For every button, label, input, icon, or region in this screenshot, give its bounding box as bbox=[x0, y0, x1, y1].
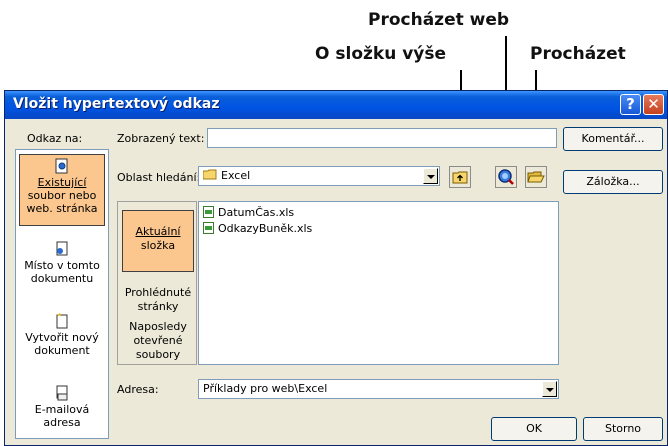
link-type-label: Existující bbox=[37, 176, 87, 189]
link-type-label: dokument bbox=[34, 344, 90, 357]
place-browsed-pages[interactable]: Prohlédnuté stránky bbox=[122, 286, 194, 320]
place-label: Aktuální bbox=[135, 225, 181, 238]
email-icon bbox=[56, 385, 68, 401]
link-type-create-new-document[interactable]: Vytvořit nový dokument bbox=[19, 310, 105, 366]
new-document-icon bbox=[56, 313, 68, 329]
insert-hyperlink-dialog: Vložit hypertextový odkaz ? ✕ Odkaz na: … bbox=[4, 90, 668, 446]
place-label: složka bbox=[140, 239, 176, 252]
file-name: DatumČas.xls bbox=[218, 206, 295, 219]
folder-icon bbox=[202, 169, 217, 180]
title-bar[interactable]: Vložit hypertextový odkaz ? ✕ bbox=[5, 91, 667, 119]
dialog-title: Vložit hypertextový odkaz bbox=[13, 96, 220, 112]
link-type-label: adresa bbox=[43, 416, 81, 429]
link-to-label: Odkaz na: bbox=[27, 132, 83, 145]
look-in-select[interactable]: Excel bbox=[198, 166, 440, 186]
link-type-label: dokumentu bbox=[30, 272, 94, 285]
browse-file-button[interactable] bbox=[525, 166, 547, 188]
address-input[interactable]: Příklady pro web\Excel bbox=[198, 379, 559, 399]
up-folder-icon bbox=[452, 171, 468, 184]
link-to-bar: Existující soubor nebo web. stránka Míst… bbox=[15, 149, 109, 439]
excel-file-icon bbox=[203, 222, 214, 234]
look-in-label: Oblast hledání: bbox=[117, 171, 201, 184]
help-button[interactable]: ? bbox=[620, 94, 641, 115]
link-type-label: web. stránka bbox=[26, 202, 98, 215]
close-button[interactable]: ✕ bbox=[643, 94, 664, 115]
list-item[interactable]: DatumČas.xls bbox=[203, 206, 294, 219]
excel-file-icon bbox=[203, 206, 214, 218]
up-one-folder-button[interactable] bbox=[449, 166, 471, 188]
open-folder-icon bbox=[527, 171, 545, 183]
browse-web-icon bbox=[498, 169, 514, 185]
link-type-label: Vytvořit nový bbox=[25, 331, 99, 344]
existing-file-icon bbox=[55, 158, 68, 174]
chevron-down-icon[interactable] bbox=[542, 381, 557, 397]
address-value: Příklady pro web\Excel bbox=[203, 382, 328, 395]
display-text-label: Zobrazený text: bbox=[117, 132, 205, 145]
file-list[interactable]: DatumČas.xls OdkazyBuněk.xls bbox=[198, 201, 559, 365]
display-text-input[interactable] bbox=[207, 128, 557, 148]
look-in-value: Excel bbox=[221, 169, 251, 182]
link-type-email-address[interactable]: E-mailová adresa bbox=[19, 382, 105, 434]
link-type-place-in-document[interactable]: Místo v tomto dokumentu bbox=[19, 238, 105, 294]
link-type-label: Místo v tomto bbox=[24, 259, 100, 272]
link-type-label: E-mailová bbox=[34, 403, 90, 416]
file-name: OdkazyBuněk.xls bbox=[218, 222, 313, 235]
bookmark-button[interactable]: Záložka... bbox=[563, 170, 663, 194]
place-in-document-icon bbox=[56, 241, 68, 256]
place-label: Naposledy bbox=[129, 320, 187, 333]
chevron-down-icon[interactable] bbox=[423, 168, 438, 184]
screentip-button[interactable]: Komentář... bbox=[563, 127, 663, 151]
place-label: stránky bbox=[137, 300, 179, 313]
place-label: soubory bbox=[135, 348, 181, 361]
callout-browse: Procházet bbox=[530, 44, 626, 64]
place-label: Prohlédnuté bbox=[124, 286, 192, 299]
address-label: Adresa: bbox=[117, 383, 159, 396]
cancel-button[interactable]: Storno bbox=[583, 417, 663, 441]
link-type-label: soubor nebo bbox=[27, 189, 97, 202]
list-item[interactable]: OdkazyBuněk.xls bbox=[203, 222, 312, 235]
browse-web-button[interactable] bbox=[495, 166, 517, 188]
place-current-folder[interactable]: Aktuální složka bbox=[122, 210, 194, 272]
places-bar: Aktuální složka Prohlédnuté stránky Napo… bbox=[117, 201, 197, 365]
link-type-existing-file[interactable]: Existující soubor nebo web. stránka bbox=[19, 154, 105, 226]
callout-browse-web: Procházet web bbox=[368, 10, 510, 30]
place-label: otevřené bbox=[133, 334, 183, 347]
ok-button[interactable]: OK bbox=[491, 417, 577, 441]
place-recent-files[interactable]: Naposledy otevřené soubory bbox=[122, 320, 194, 364]
callout-up-folder: O složku výše bbox=[315, 44, 447, 64]
